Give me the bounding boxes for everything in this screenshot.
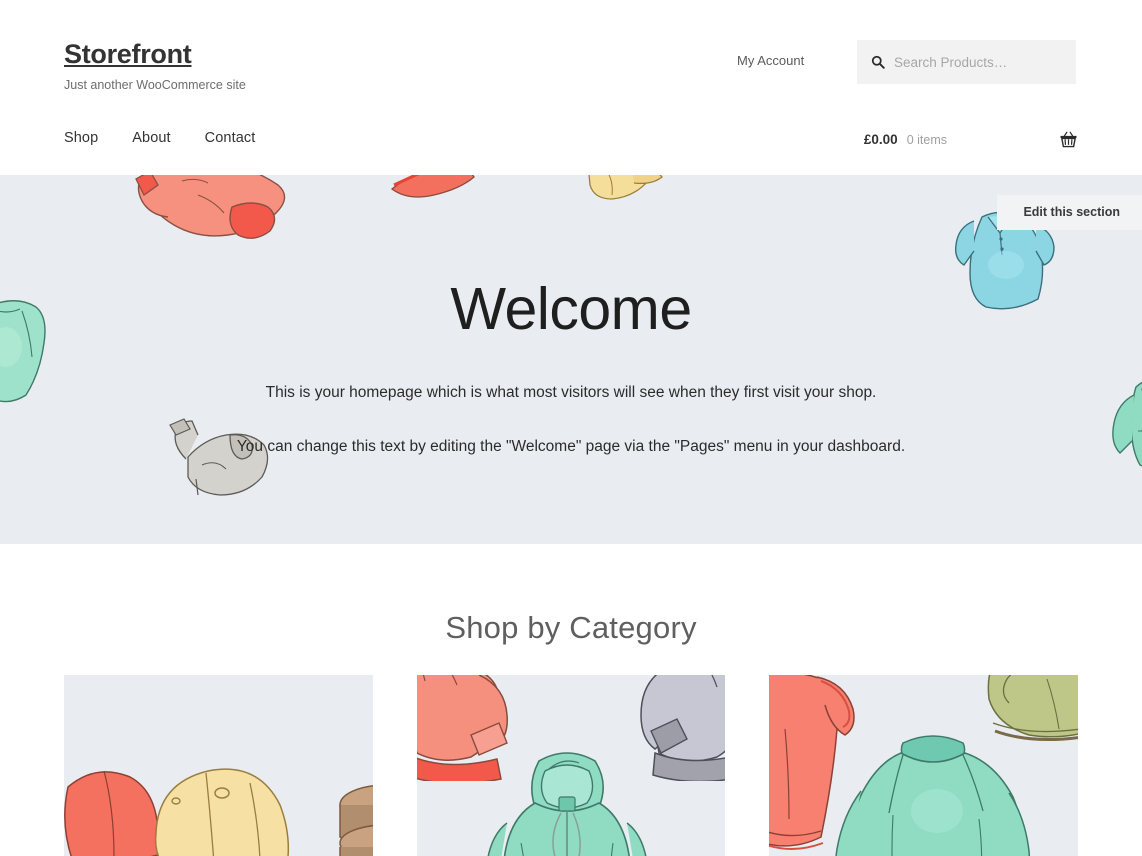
yellow-cap-illustration	[154, 768, 290, 856]
hero-description-line-1: This is your homepage which is what most…	[265, 384, 877, 401]
cart-contents-link[interactable]: £0.00 0 items	[864, 130, 1078, 149]
product-search-form[interactable]	[857, 40, 1076, 84]
edit-this-section-button[interactable]: Edit this section	[997, 195, 1142, 230]
hoodies-category-card[interactable]	[416, 675, 726, 856]
site-branding: Storefront Just another WooCommerce site	[64, 39, 246, 92]
olive-tshirt-illustration	[987, 675, 1079, 742]
nav-item-about[interactable]: About	[132, 130, 170, 146]
search-input[interactable]	[894, 49, 1064, 75]
mint-hoodie-illustration	[487, 752, 647, 856]
nav-item-contact[interactable]: Contact	[205, 130, 256, 146]
hero-content: Welcome This is your homepage which is w…	[0, 175, 1142, 459]
my-account-link[interactable]: My Account	[737, 53, 804, 68]
homepage-hero-section: Edit this section Welcome This is your h…	[0, 175, 1142, 544]
cart-item-count: 0 items	[906, 132, 947, 147]
section-heading: Shop by Category	[445, 610, 697, 645]
tan-hat-illustration	[339, 785, 373, 856]
search-icon	[871, 55, 885, 69]
hats-category-card[interactable]	[64, 675, 373, 856]
basket-icon	[1060, 131, 1077, 148]
site-header: Storefront Just another WooCommerce site…	[0, 0, 1142, 175]
tshirts-category-card[interactable]	[769, 675, 1079, 856]
site-title[interactable]: Storefront	[64, 39, 192, 69]
grey-hoodie-illustration	[639, 675, 726, 781]
primary-navigation: Shop About Contact	[64, 130, 255, 146]
hero-description-line-2: You can change this text by editing the …	[236, 438, 906, 456]
category-grid	[64, 675, 1079, 856]
shop-by-category-section: Shop by Category	[0, 544, 1142, 856]
site-tagline: Just another WooCommerce site	[64, 77, 246, 92]
cart-amount: £0.00	[863, 132, 898, 147]
hero-title: Welcome	[450, 276, 692, 342]
nav-item-shop[interactable]: Shop	[64, 130, 98, 146]
